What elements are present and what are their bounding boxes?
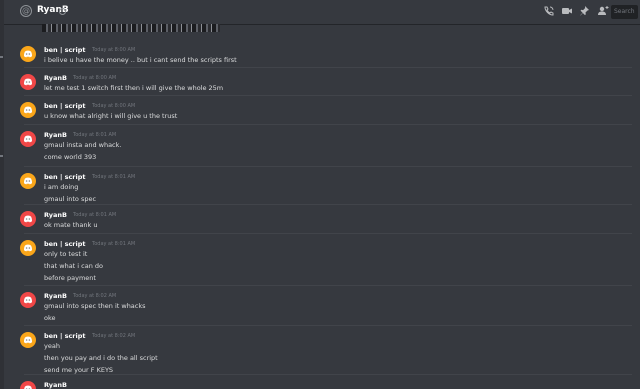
message-author[interactable]: RyanB	[44, 292, 67, 300]
message-divider	[24, 124, 632, 125]
avatar[interactable]	[20, 211, 36, 227]
discord-logo-icon	[24, 385, 32, 389]
message-divider	[24, 95, 632, 96]
message-text: let me test 1 switch first then i will g…	[44, 84, 224, 92]
message-author[interactable]: RyanB	[44, 131, 67, 139]
message-author[interactable]: RyanB	[44, 74, 67, 82]
message-text: only to test it	[44, 250, 88, 258]
search-input[interactable]: Search	[611, 5, 638, 19]
avatar[interactable]	[20, 240, 36, 256]
message-timestamp: Today at 8:02 AM	[92, 333, 136, 339]
message-divider	[24, 325, 632, 326]
dm-window: @ RyanB Search ben | script Today at 8:00…	[0, 0, 640, 389]
phone-call-icon[interactable]	[543, 5, 555, 17]
message-divider	[24, 67, 632, 68]
message-timestamp: Today at 8:01 AM	[73, 132, 117, 138]
message-author[interactable]: ben | script	[44, 332, 86, 340]
message-text: send me your F KEYS	[44, 366, 114, 374]
message-timestamp: Today at 8:00 AM	[73, 75, 117, 81]
avatar[interactable]	[20, 292, 36, 308]
status-indicator	[59, 8, 66, 15]
discord-logo-icon	[23, 336, 33, 344]
message-text: come world 393	[44, 153, 97, 161]
avatar[interactable]	[20, 102, 36, 118]
message-timestamp: Today at 8:01 AM	[92, 174, 136, 180]
message-author[interactable]: ben | script	[44, 173, 86, 181]
message-timestamp: Today at 8:01 AM	[73, 212, 117, 218]
message-text: oke	[44, 314, 56, 322]
avatar[interactable]	[20, 74, 36, 90]
message-author[interactable]: RyanB	[44, 211, 67, 219]
image-attachment-preview[interactable]	[42, 24, 220, 32]
pin-icon[interactable]	[579, 5, 591, 17]
message-timestamp: Today at 8:00 AM	[92, 103, 136, 109]
message-divider	[24, 233, 632, 234]
add-member-icon[interactable]	[597, 5, 609, 17]
message-author[interactable]: ben | script	[44, 240, 86, 248]
message-text: i belive u have the money .. but i cant …	[44, 56, 237, 64]
message-text: i am doing	[44, 183, 79, 191]
avatar[interactable]	[20, 332, 36, 348]
message-timestamp: Today at 8:00 AM	[92, 47, 136, 53]
message-timestamp: Today at 8:01 AM	[92, 241, 136, 247]
message-text: yeah	[44, 342, 60, 350]
avatar[interactable]	[20, 131, 36, 147]
message-text: gmaul into spec	[44, 195, 97, 203]
avatar[interactable]	[20, 173, 36, 189]
message-text: before payment	[44, 274, 96, 282]
message-text: u know what alright i will give u the tr…	[44, 112, 178, 120]
message-text: that what i can do	[44, 262, 104, 270]
discord-logo-icon	[23, 177, 33, 185]
avatar[interactable]	[20, 381, 36, 389]
discord-logo-icon	[23, 296, 33, 304]
message-text: then you pay and i do the all script	[44, 354, 158, 362]
discord-logo-icon	[23, 50, 33, 58]
discord-logo-icon	[23, 78, 33, 86]
message-text: ok mate thank u	[44, 221, 98, 229]
discord-logo-icon	[23, 215, 33, 223]
message-author[interactable]: ben | script	[44, 102, 86, 110]
message-divider	[24, 285, 632, 286]
video-call-icon[interactable]	[561, 5, 573, 17]
edge-marker	[0, 56, 3, 58]
discord-logo-icon	[23, 135, 33, 143]
message-divider	[24, 166, 632, 167]
message-author[interactable]: RyanB	[44, 381, 67, 389]
discord-logo-icon	[23, 106, 33, 114]
message-text: gmaul insta and whack.	[44, 141, 122, 149]
channel-header: @ RyanB Search	[4, 0, 640, 24]
message-divider	[24, 374, 632, 375]
message-list: ben | script Today at 8:00 AM i belive u h…	[4, 34, 640, 389]
avatar[interactable]	[20, 46, 36, 62]
discord-logo-icon	[23, 244, 33, 252]
message-timestamp: Today at 8:02 AM	[73, 293, 117, 299]
edge-marker	[0, 155, 3, 157]
message-divider	[24, 204, 632, 205]
message-author[interactable]: ben | script	[44, 46, 86, 54]
message-text: gmaul into spec then it whacks	[44, 302, 146, 310]
at-icon: @	[20, 5, 32, 17]
